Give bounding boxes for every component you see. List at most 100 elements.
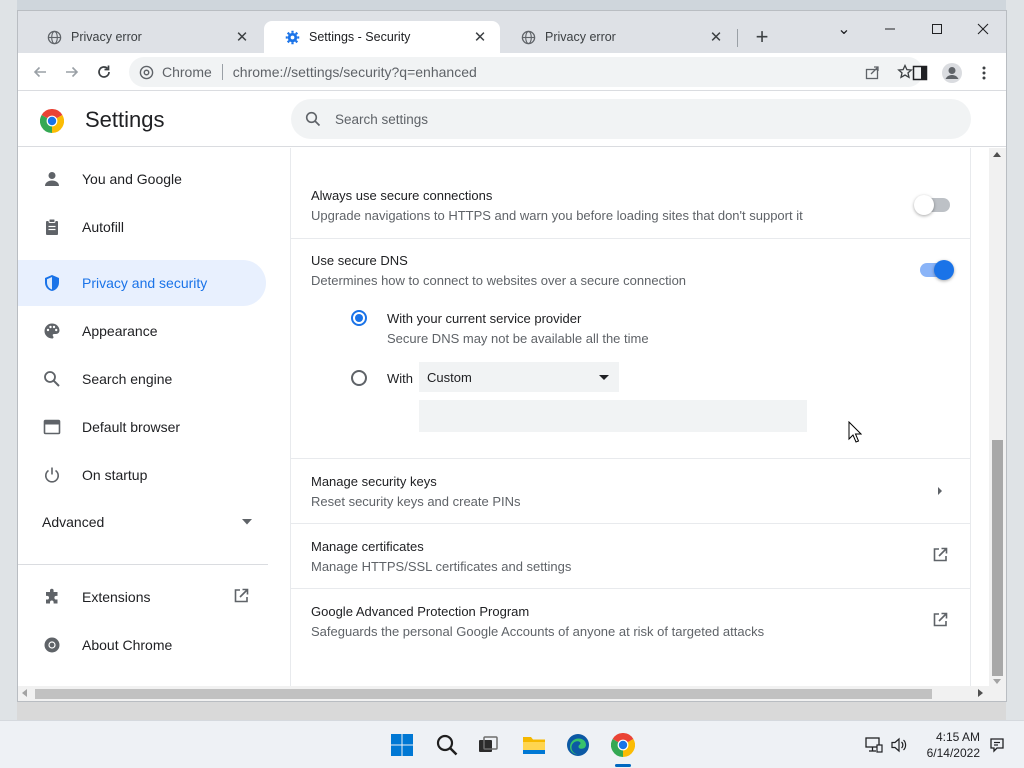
sidebar-item-you-and-google[interactable]: You and Google <box>18 156 266 202</box>
shield-icon <box>42 273 62 293</box>
always-secure-toggle[interactable] <box>914 195 950 215</box>
secure-dns-toggle[interactable] <box>920 260 954 280</box>
search-icon <box>436 734 458 756</box>
reload-icon <box>98 65 110 78</box>
task-view-icon <box>479 736 498 752</box>
edge-browser-button[interactable] <box>564 731 592 759</box>
horizontal-scrollbar[interactable] <box>18 686 1006 701</box>
row-subtitle: Safeguards the personal Google Accounts … <box>311 624 765 639</box>
tab-title: Privacy error <box>71 30 142 44</box>
scroll-left-icon[interactable] <box>22 689 27 697</box>
open-in-new-icon <box>930 610 950 630</box>
tab-search-button[interactable]: ⌄ <box>824 16 864 42</box>
always-secure-connections-row[interactable]: Always use secure connections Upgrade na… <box>291 148 970 238</box>
sidebar-item-about-chrome[interactable]: About Chrome <box>18 622 266 668</box>
address-bar[interactable]: Chrome chrome://settings/security?q=enha… <box>129 57 923 87</box>
manage-security-keys-row[interactable]: Manage security keys Reset security keys… <box>291 458 970 523</box>
new-tab-button[interactable]: + <box>748 24 776 50</box>
caret-down-icon <box>242 519 252 525</box>
radio-current-provider[interactable] <box>351 310 367 326</box>
sidebar-item-privacy-and-security[interactable]: Privacy and security <box>18 260 266 306</box>
sidebar-divider <box>18 564 268 565</box>
security-settings-card: Always use secure connections Upgrade na… <box>290 148 971 688</box>
chrome-logo-icon <box>39 108 65 133</box>
browser-toolbar: Chrome chrome://settings/security?q=enha… <box>18 53 1006 91</box>
share-icon[interactable] <box>863 62 883 82</box>
taskbar-clock[interactable]: 4:15 AM 6/14/2022 <box>910 729 980 761</box>
tab-title: Settings - Security <box>309 30 411 44</box>
row-subtitle: Manage HTTPS/SSL certificates and settin… <box>311 559 572 574</box>
sidebar-item-extensions[interactable]: Extensions <box>18 574 268 620</box>
manage-certificates-row[interactable]: Manage certificates Manage HTTPS/SSL cer… <box>291 523 970 588</box>
row-title: Manage certificates <box>311 539 424 554</box>
palette-icon <box>42 321 62 341</box>
chrome-taskbar-button[interactable] <box>609 731 637 759</box>
radio-custom-provider[interactable] <box>351 370 367 386</box>
profile-button[interactable] <box>940 61 964 85</box>
row-title: Use secure DNS <box>311 253 408 268</box>
tab-privacy-error-1[interactable]: Privacy error ✕ <box>26 21 262 53</box>
custom-dns-input[interactable] <box>419 400 807 432</box>
row-title: Always use secure connections <box>311 188 493 203</box>
scrollbar-thumb[interactable] <box>992 440 1003 676</box>
scroll-down-icon[interactable] <box>993 679 1001 684</box>
globe-icon <box>520 29 536 45</box>
tab-separator <box>737 29 738 47</box>
arrow-right-icon <box>66 66 79 78</box>
tab-settings-security[interactable]: Settings - Security ✕ <box>264 21 500 53</box>
back-button[interactable] <box>27 59 53 85</box>
url-text: chrome://settings/security?q=enhanced <box>232 64 477 80</box>
menu-button[interactable] <box>972 61 996 85</box>
volume-icon[interactable] <box>889 735 909 755</box>
sidebar-item-search-engine[interactable]: Search engine <box>18 356 266 402</box>
scroll-up-icon[interactable] <box>993 152 1001 157</box>
sidebar-item-label: On startup <box>82 467 148 483</box>
site-name: Chrome <box>162 64 212 80</box>
sidebar-item-on-startup[interactable]: On startup <box>18 452 266 498</box>
clock-date: 6/14/2022 <box>926 746 980 760</box>
sidebar-item-default-browser[interactable]: Default browser <box>18 404 266 450</box>
browser-icon <box>42 417 62 437</box>
minimize-button[interactable] <box>870 16 910 42</box>
desktop-background-right <box>1006 0 1024 720</box>
scroll-right-icon[interactable] <box>978 689 983 697</box>
sidebar-item-autofill[interactable]: Autofill <box>18 204 266 250</box>
browser-window: Privacy error ✕ Settings - Security ✕ Pr… <box>17 10 1007 702</box>
advanced-protection-row[interactable]: Google Advanced Protection Program Safeg… <box>291 588 970 653</box>
current-provider-label: With your current service provider <box>387 311 582 326</box>
taskbar-search-button[interactable] <box>433 731 461 759</box>
network-icon[interactable] <box>864 735 884 755</box>
dns-provider-select[interactable]: Custom <box>419 362 619 392</box>
forward-button[interactable] <box>59 59 85 85</box>
advanced-section-toggle[interactable]: Advanced <box>42 514 252 530</box>
task-view-button[interactable] <box>474 731 502 759</box>
chrome-site-icon <box>139 65 154 80</box>
sidebar-item-appearance[interactable]: Appearance <box>18 308 266 354</box>
file-explorer-button[interactable] <box>520 731 548 759</box>
vertical-scrollbar[interactable] <box>989 148 1006 688</box>
row-subtitle: Reset security keys and create PINs <box>311 494 521 509</box>
windows-taskbar: 4:15 AM 6/14/2022 <box>0 720 1024 768</box>
mouse-cursor-icon <box>848 421 862 443</box>
close-icon[interactable]: ✕ <box>472 29 488 46</box>
sidebar-item-label: You and Google <box>82 171 182 187</box>
open-in-new-icon <box>232 587 252 607</box>
close-icon[interactable]: ✕ <box>234 29 250 46</box>
close-icon[interactable]: ✕ <box>708 29 724 46</box>
scrollbar-thumb[interactable] <box>35 689 932 699</box>
reload-button[interactable] <box>91 59 117 85</box>
search-settings-input[interactable]: Search settings <box>291 99 971 139</box>
tab-privacy-error-2[interactable]: Privacy error ✕ <box>500 21 736 53</box>
chrome-logo-icon <box>611 733 635 757</box>
start-button[interactable] <box>388 731 416 759</box>
close-window-button[interactable] <box>963 16 1003 42</box>
notification-icon[interactable] <box>987 735 1007 755</box>
more-vert-icon <box>982 66 986 80</box>
maximize-button[interactable] <box>917 16 957 42</box>
puzzle-icon <box>42 587 62 607</box>
person-icon <box>42 169 62 189</box>
side-panel-button[interactable] <box>908 61 932 85</box>
select-value: Custom <box>427 369 472 385</box>
tab-strip: Privacy error ✕ Settings - Security ✕ Pr… <box>18 11 1006 53</box>
omnibox-separator <box>221 64 223 80</box>
